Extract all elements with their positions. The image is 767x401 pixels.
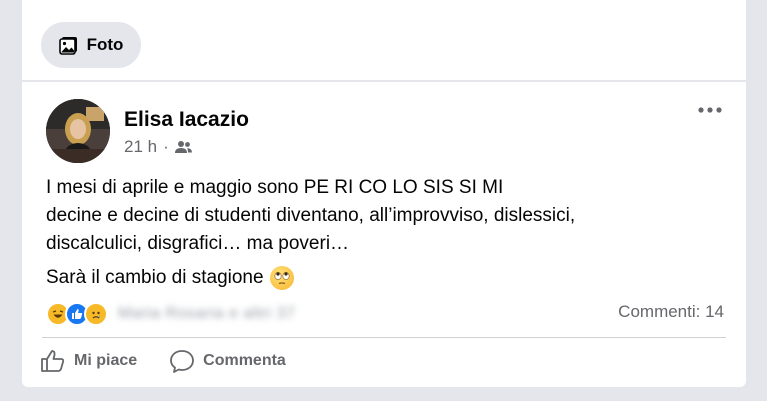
comment-button-label: Commenta [203,352,286,369]
more-options-button[interactable] [696,100,724,120]
rolling-eyes-emoji [269,266,294,290]
comment-bubble-icon [170,350,195,373]
comment-button[interactable]: Commenta [169,348,286,374]
post-text-line: Sarà il cambio di stagione [46,267,264,288]
post-text-line-last: Sarà il cambio di stagione [46,264,726,292]
like-button-label: Mi piace [74,352,138,369]
meta-separator: · [163,137,169,156]
friends-icon[interactable] [174,140,192,154]
sad-reaction [84,302,108,326]
reactions-summary[interactable]: Maria Rosaria e altri 37 [46,302,295,326]
post-text-line: discalculici, disgrafici… ma poveri… [46,233,350,254]
author-name[interactable]: Elisa Iacazio [124,108,249,132]
photo-icon [58,37,77,55]
thumbs-up-icon [41,350,65,372]
like-button[interactable]: Mi piace [40,348,137,374]
more-icon [698,107,722,113]
post-card: Elisa Iacazio 21 h · I mesi di aprile e … [22,82,746,387]
photo-button[interactable]: Foto [41,22,141,68]
photo-button-label: Foto [86,35,124,54]
post-text-line: decine e decine di studenti diventano, a… [46,205,576,226]
post-text: I mesi di aprile e maggio sono PE RI CO … [46,174,726,292]
reaction-names[interactable]: Maria Rosaria e altri 37 [118,305,295,323]
comments-count[interactable]: Commenti: 14 [618,302,724,322]
author-avatar[interactable] [46,99,110,163]
post-meta: 21 h · [124,137,192,157]
post-text-line: I mesi di aprile e maggio sono PE RI CO … [46,177,504,198]
post-actions: Mi piace Commenta [40,348,286,374]
divider [42,337,726,338]
post-time[interactable]: 21 h [124,137,157,157]
